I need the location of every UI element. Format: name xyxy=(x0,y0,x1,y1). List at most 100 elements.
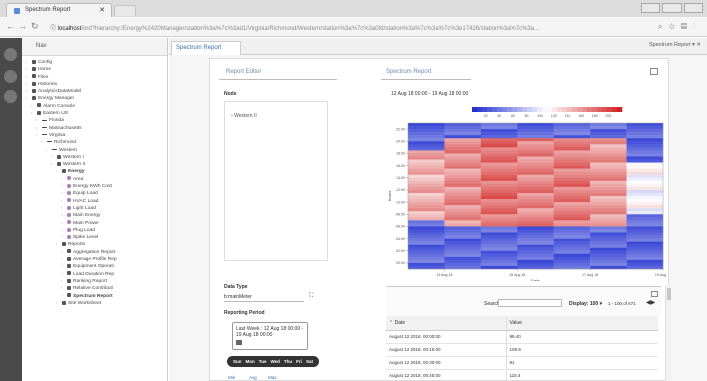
tab-spectrum-report[interactable]: Spectrum Report xyxy=(171,41,241,55)
nav-tree-item[interactable]: › Western xyxy=(22,146,167,153)
nav-tree-item[interactable]: › Reports xyxy=(22,240,167,247)
nav-tree-item[interactable]: › Load Duration Rep xyxy=(22,270,167,277)
new-tab-button[interactable] xyxy=(114,5,136,16)
nav-tree-item[interactable]: › Equipment Operati xyxy=(22,262,167,269)
heatmap-cell xyxy=(626,220,664,224)
node-item[interactable]: › Western II xyxy=(231,113,257,119)
nav-tree-item[interactable]: › Site Worksheet xyxy=(22,299,167,306)
binoculars-icon[interactable]: ⛶ xyxy=(309,293,313,300)
chevron-right-icon[interactable]: › xyxy=(41,138,47,145)
heatmap-cell xyxy=(480,171,518,175)
browser-toolbar-icons[interactable]: ⌕☆▤⋮ xyxy=(658,22,701,32)
day-toggle-thu[interactable]: Thu xyxy=(284,359,292,364)
export-icon[interactable] xyxy=(651,291,658,297)
pager-arrows-icon[interactable]: ◀▶ xyxy=(646,299,655,306)
profile-circle-icon[interactable] xyxy=(4,90,17,103)
y-tick-label: 20:00 xyxy=(396,139,405,143)
nav-tree-item[interactable]: › Ranking Report xyxy=(22,277,167,284)
scrollbar-thumb[interactable] xyxy=(667,288,671,300)
tab-selector[interactable]: Spectrum Report ▾ ✕ xyxy=(649,42,701,48)
nav-tree-item[interactable]: › Histories xyxy=(22,80,167,87)
nav-tree-item[interactable]: › Eastern US xyxy=(22,109,167,116)
heatmap-cell xyxy=(444,247,482,251)
menu-circle-icon[interactable] xyxy=(4,48,17,61)
nav-tree-item[interactable]: › Config xyxy=(22,58,167,65)
heatmap-cell xyxy=(480,196,518,200)
nav-tree-item[interactable]: › Energy Manager xyxy=(22,94,167,101)
column-value[interactable]: Value xyxy=(506,316,658,331)
table-row[interactable]: August 12 2018, 00:45:00 115.4 xyxy=(386,369,658,381)
nav-tree-item[interactable]: › Equip Load xyxy=(22,189,167,196)
heatmap-cell xyxy=(590,235,627,239)
back-icon[interactable]: ← xyxy=(6,21,15,31)
tab-report-editor[interactable]: Report Editor xyxy=(219,66,337,80)
heatmap-cell xyxy=(480,147,518,151)
reload-icon[interactable]: ↻ xyxy=(31,21,39,32)
table-row[interactable]: August 12 2018, 00:15:00 109.9 xyxy=(386,343,658,357)
nav-tree-item[interactable]: › Alarm Console xyxy=(22,102,167,109)
day-toggle-sat[interactable]: Sat xyxy=(306,359,313,364)
heatmap-cell xyxy=(480,126,518,130)
table-row[interactable]: August 12 2018, 00:00:00 99.40 xyxy=(386,330,658,344)
nav-tree-item[interactable]: › Home xyxy=(22,65,167,72)
minimize-button[interactable] xyxy=(641,3,661,13)
heatmap-cell xyxy=(408,141,445,145)
calendar-icon[interactable] xyxy=(236,340,242,345)
nav-tree-item[interactable]: › Plug Load xyxy=(22,226,167,233)
nav-tree-item[interactable]: › Florida xyxy=(22,116,167,123)
table-scrollbar[interactable] xyxy=(665,286,671,381)
nav-tree-item[interactable]: › Area xyxy=(22,175,167,182)
nav-tree-item[interactable]: › Massachusetts xyxy=(22,124,167,131)
nav-tree-item[interactable]: › Western I xyxy=(22,153,167,160)
nav-tree-item[interactable]: › Files xyxy=(22,73,167,80)
nav-tree-item[interactable]: › Main Energy xyxy=(22,211,167,218)
heatmap-cell xyxy=(444,214,482,218)
nav-tree-item[interactable]: › Western II xyxy=(22,160,167,167)
day-toggle-tue[interactable]: Tue xyxy=(259,359,267,364)
external-link-icon[interactable] xyxy=(650,68,658,75)
close-icon[interactable]: ✕ xyxy=(99,6,105,14)
tab-spectrum-report-view[interactable]: Spectrum Report xyxy=(381,66,471,80)
heatmap-cell xyxy=(408,147,445,151)
worksheet-icon xyxy=(62,300,66,305)
value-cell: 91 xyxy=(506,356,658,370)
nav-tree-label: Config xyxy=(38,60,53,65)
heatmap-cell xyxy=(590,241,627,245)
nav-tree-item[interactable]: › Energy KWh Cost xyxy=(22,182,167,189)
search-input[interactable] xyxy=(498,299,562,307)
display-select[interactable]: Display: 100 ▾ xyxy=(569,301,602,307)
nav-tree-item[interactable]: › Spectrum Report xyxy=(22,292,167,299)
nav-tree-item[interactable]: › Main Power xyxy=(22,219,167,226)
station-circle-icon[interactable] xyxy=(4,70,17,83)
nav-tree-item[interactable]: › HVAC Load xyxy=(22,197,167,204)
nav-tree-item[interactable]: › Average Profile Rep xyxy=(22,255,167,262)
day-toggle-sun[interactable]: Sun xyxy=(233,359,242,364)
day-toggle-mon[interactable]: Mon xyxy=(246,359,255,364)
nav-tree-item[interactable]: › Aggregation Report xyxy=(22,248,167,255)
heatmap-cell xyxy=(626,238,664,242)
table-row[interactable]: August 12 2018, 00:30:00 91 xyxy=(386,356,658,370)
heatmap-cell xyxy=(408,208,445,212)
nav-tree-item[interactable]: › AnalyticsDataModel xyxy=(22,87,167,94)
nav-tree-item[interactable]: › Spike Level xyxy=(22,233,167,240)
column-date[interactable]: ⌃ Date xyxy=(386,316,507,331)
data-type-select[interactable]: b:mainMeter xyxy=(224,294,304,302)
heatmap-cell xyxy=(590,250,627,254)
main-area: Spectrum Report Spectrum Report ▾ ✕ Repo… xyxy=(169,38,707,381)
maximize-button[interactable] xyxy=(662,3,682,13)
nav-tree-item[interactable]: › Richmond xyxy=(22,138,167,145)
day-toggle-fri[interactable]: Fri xyxy=(296,359,302,364)
heatmap-cell xyxy=(553,199,591,203)
forward-icon[interactable]: → xyxy=(18,21,27,31)
nav-tree-item[interactable]: › Virginia xyxy=(22,131,167,138)
heatmap-cell xyxy=(590,238,627,242)
nav-tree-item[interactable]: › Relative Contributi xyxy=(22,284,167,291)
url-input[interactable]: ⓘ localhost/ord?hierarchy:/Energy%2420Ma… xyxy=(46,20,616,33)
nav-tree-item[interactable]: › Light Load xyxy=(22,204,167,211)
nav-tree-item[interactable]: › Energy xyxy=(22,167,167,174)
reporting-period-field[interactable]: Last Week : 12 Aug 18 00:00 - 19 Aug 18 … xyxy=(232,322,308,350)
browser-tab[interactable]: Spectrum Report ✕ xyxy=(6,3,112,17)
window-close-button[interactable] xyxy=(683,3,703,13)
heatmap-cell xyxy=(517,205,554,209)
day-toggle-wed[interactable]: Wed xyxy=(270,359,279,364)
